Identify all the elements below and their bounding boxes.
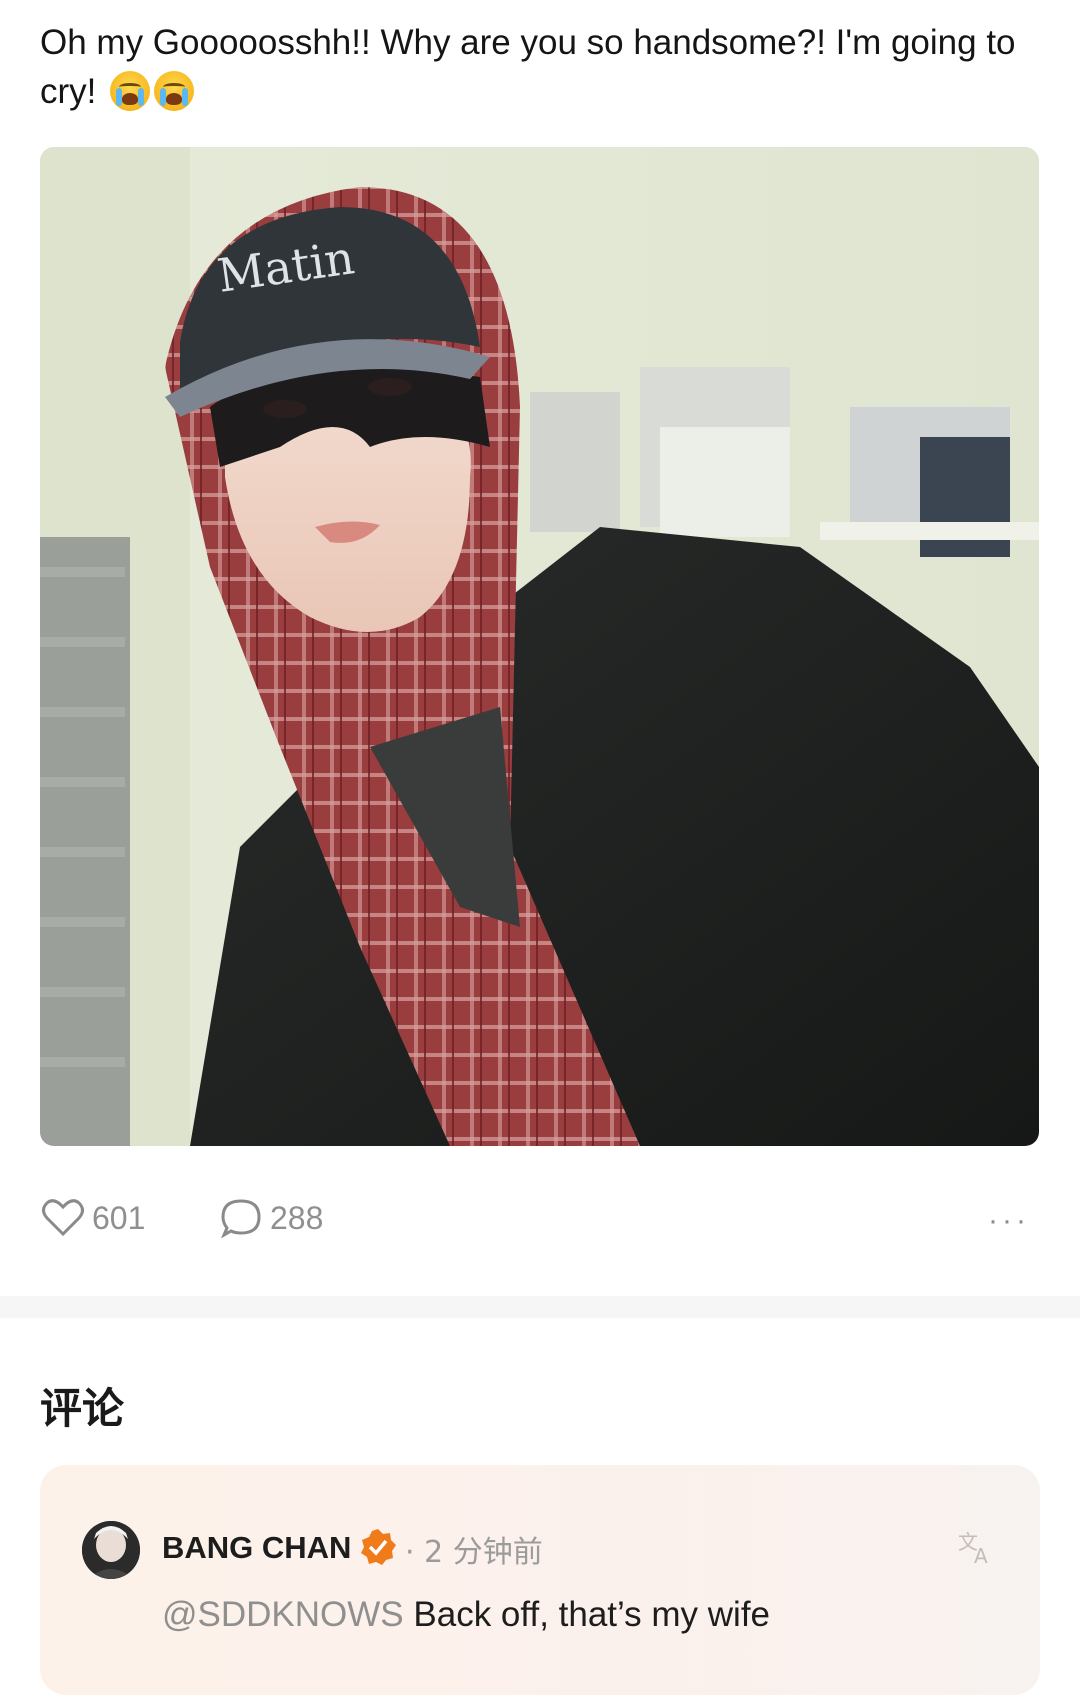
heart-icon xyxy=(42,1199,84,1237)
comment-author[interactable]: BANG CHAN xyxy=(162,1530,351,1566)
comment-text: Back off, that’s my wife xyxy=(413,1595,771,1634)
like-button[interactable]: 601 xyxy=(42,1196,145,1240)
post-text: Oh my Gooooosshh!! Why are you so handso… xyxy=(40,18,1040,116)
crying-face-emoji xyxy=(154,71,195,111)
post-actions: 601 288 ··· xyxy=(40,1196,1040,1240)
comment-count: 288 xyxy=(270,1199,324,1236)
comment-mention[interactable]: @SDDKNOWS xyxy=(162,1595,404,1634)
avatar[interactable] xyxy=(82,1521,140,1579)
comment-body: @SDDKNOWS Back off, that’s my wife xyxy=(162,1595,770,1635)
like-count: 601 xyxy=(92,1199,146,1236)
post-photo[interactable]: Matin xyxy=(40,147,1039,1146)
comment-button[interactable]: 288 xyxy=(220,1196,323,1240)
comment-card: BANG CHAN · 2 分钟前 文 A @SDDKNOWS Back off… xyxy=(40,1465,1040,1695)
comments-section-title: 评论 xyxy=(40,1384,125,1433)
comment-timestamp: · 2 分钟前 xyxy=(405,1535,543,1570)
more-options-icon[interactable]: ··· xyxy=(988,1204,1030,1238)
section-divider xyxy=(0,1296,1080,1318)
translate-icon[interactable]: 文 A xyxy=(956,1525,998,1567)
verified-badge-icon xyxy=(361,1529,396,1565)
comment-bubble-icon xyxy=(221,1199,261,1238)
svg-text:A: A xyxy=(974,1544,988,1567)
crying-face-emoji xyxy=(110,71,151,111)
